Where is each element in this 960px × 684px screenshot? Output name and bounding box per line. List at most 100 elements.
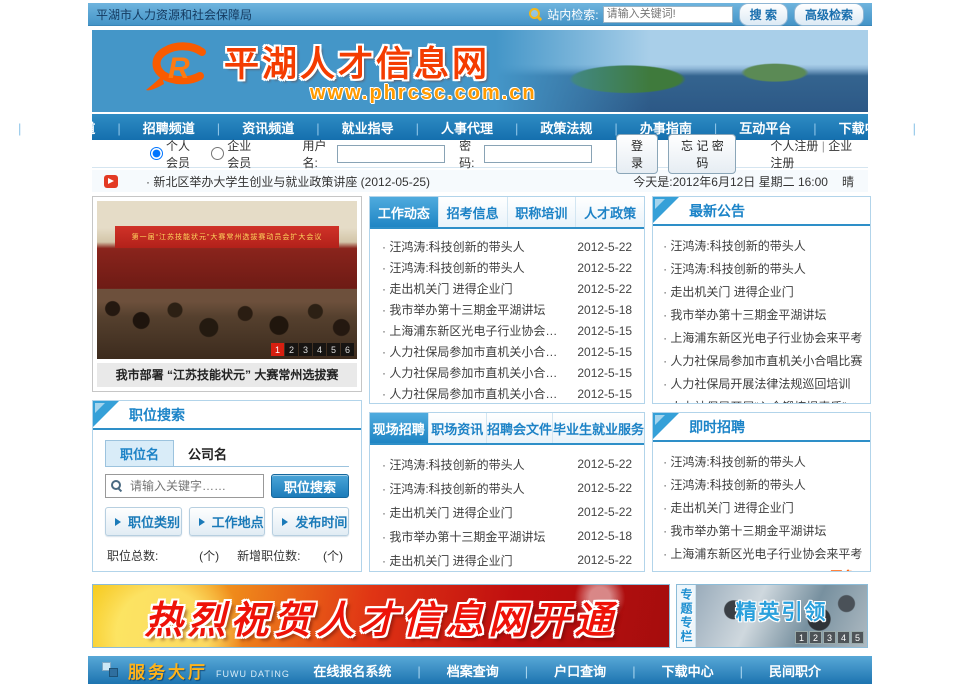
nav-item-download[interactable]: 下载中心: [802, 118, 901, 137]
instant-header: 即时招聘: [653, 413, 870, 442]
keyword-search-icon: [111, 480, 122, 491]
nav-item-home[interactable]: 首页: [0, 118, 7, 137]
instant-recruit-panel: 即时招聘 汪鸿涛:科技创新的带头人 汪鸿涛:科技创新的带头人 走出机关门 进得企…: [652, 412, 871, 572]
slideshow-image[interactable]: 第一届“江苏技能状元”大赛常州选拔赛动员会扩大会议 1 2 3 4 5 6: [97, 201, 357, 359]
notice-link[interactable]: 人力社保局开展法律法规巡回培训: [663, 375, 862, 392]
news-link[interactable]: 我市举办第十三期金平湖讲坛: [382, 301, 569, 318]
slide-page-4[interactable]: 4: [313, 343, 326, 356]
link-download-center[interactable]: 下载中心: [619, 661, 726, 680]
tab-exam-info[interactable]: 招考信息: [439, 197, 508, 227]
filter-job-category[interactable]: 职位类别: [105, 507, 182, 536]
list-item: 汪鸿涛:科技创新的带头人: [663, 473, 862, 496]
list-item: 走出机关门 进得企业门: [663, 280, 862, 303]
notice-link[interactable]: 人力社保局开展“入企锻炼提素质”: [663, 398, 862, 404]
news-link[interactable]: 人力社保局参加市直机关小合唱比赛: [382, 364, 569, 381]
nav-item-news[interactable]: 资讯频道: [206, 118, 305, 137]
nav-item-recruit[interactable]: 招聘频道: [106, 118, 205, 137]
news-date: 2012-5-15: [577, 324, 632, 338]
news-link[interactable]: 汪鸿涛:科技创新的带头人: [382, 238, 569, 255]
link-private-agency[interactable]: 民间职介: [727, 661, 834, 680]
nav-item-hr-agency[interactable]: 人事代理: [405, 118, 504, 137]
notice-link[interactable]: 我市举办第十三期金平湖讲坛: [663, 306, 862, 323]
list-item: 我市举办第十三期金平湖讲坛2012-5-18: [382, 524, 632, 548]
side-page-1[interactable]: 1: [795, 631, 808, 644]
tab-onsite-recruit[interactable]: 现场招聘: [370, 413, 429, 443]
stat-label: 新增简历数:: [237, 570, 323, 572]
nav-item-guidance[interactable]: 就业指导: [305, 118, 404, 137]
service-links: 在线报名系统 档案查询 户口查询 下载中心 民间职介: [300, 661, 858, 680]
company-member-radio[interactable]: 企业会员: [211, 137, 262, 171]
tab-company-name[interactable]: 公司名: [174, 441, 241, 466]
tab-title-training[interactable]: 职称培训: [508, 197, 577, 227]
tab-position-name[interactable]: 职位名: [105, 440, 174, 466]
site-search-button[interactable]: 搜 索: [739, 3, 788, 26]
recruit-link[interactable]: 走出机关门 进得企业门: [382, 552, 569, 569]
news-link[interactable]: 人力社保局参加市直机关小合唱比赛: [382, 343, 569, 360]
notice-title: 最新公告: [689, 201, 745, 221]
notice-link[interactable]: 上海浦东新区光电子行业协会来平考: [663, 329, 862, 346]
personal-member-radio[interactable]: 个人会员: [150, 137, 201, 171]
recruit-link[interactable]: 汪鸿涛:科技创新的带头人: [382, 456, 569, 473]
list-item: 汪鸿涛:科技创新的带头人2012-5-22: [382, 257, 632, 278]
slideshow-caption[interactable]: 我市部署 “江苏技能状元” 大赛常州选拔赛: [97, 363, 357, 387]
org-name: 平湖市人力资源和社会保障局: [96, 6, 529, 23]
instant-link[interactable]: 上海浦东新区光电子行业协会来平考: [663, 545, 862, 562]
side-page-4[interactable]: 4: [837, 631, 850, 644]
more-link[interactable]: [更多]: [826, 569, 858, 572]
stat-label: 新增职位数:: [237, 547, 323, 564]
instant-link[interactable]: 汪鸿涛:科技创新的带头人: [663, 453, 862, 470]
more-row: [更多]: [653, 565, 870, 572]
tab-workplace-news[interactable]: 职场资讯: [429, 413, 488, 443]
slide-page-6[interactable]: 6: [341, 343, 354, 356]
celebration-banner[interactable]: 热烈祝贺人才信息网开通: [92, 584, 670, 648]
nav-item-policy[interactable]: 政策法规: [504, 118, 603, 137]
notice-link[interactable]: 走出机关门 进得企业门: [663, 283, 862, 300]
triangle-right-icon: [115, 518, 121, 526]
notice-link[interactable]: 汪鸿涛:科技创新的带头人: [663, 237, 862, 254]
link-online-registration[interactable]: 在线报名系统: [300, 661, 404, 680]
ticker-news-link[interactable]: 新北区举办大学生创业与就业政策讲座 (2012-05-25): [146, 173, 430, 190]
news-link[interactable]: 上海浦东新区光电子行业协会来平考察: [382, 322, 569, 339]
recruit-tab-panel: 现场招聘 职场资讯 招聘会文件 毕业生就业服务 汪鸿涛:科技创新的带头人2012…: [369, 412, 645, 572]
link-household-query[interactable]: 户口查询: [512, 661, 619, 680]
tab-talent-policy[interactable]: 人才政策: [576, 197, 644, 227]
slide-page-2[interactable]: 2: [285, 343, 298, 356]
filter-work-location[interactable]: 工作地点: [189, 507, 266, 536]
username-input[interactable]: [337, 145, 445, 163]
instant-link[interactable]: 走出机关门 进得企业门: [663, 499, 862, 516]
keyword-input[interactable]: [105, 474, 264, 498]
login-button[interactable]: 登 录: [616, 134, 659, 174]
side-page-5[interactable]: 5: [851, 631, 864, 644]
slide-page-1[interactable]: 1: [271, 343, 284, 356]
news-link[interactable]: 走出机关门 进得企业门: [382, 280, 569, 297]
tab-jobfair-files[interactable]: 招聘会文件: [487, 413, 553, 443]
forgot-password-button[interactable]: 忘 记 密 码: [668, 134, 736, 174]
filter-publish-time[interactable]: 发布时间: [272, 507, 349, 536]
recruit-link[interactable]: 汪鸿涛:科技创新的带头人: [382, 480, 569, 497]
nav-item-jobseek[interactable]: 求职频道: [7, 118, 106, 137]
job-search-button[interactable]: 职位搜索: [271, 474, 349, 498]
slide-page-5[interactable]: 5: [327, 343, 340, 356]
special-column-banner[interactable]: 专题专栏 精英引领 1 2 3 4 5: [676, 584, 868, 648]
notice-link[interactable]: 人力社保局参加市直机关小合唱比赛: [663, 352, 862, 369]
special-column-pagination: 1 2 3 4 5: [795, 631, 864, 644]
password-input[interactable]: [484, 145, 592, 163]
notice-link[interactable]: 汪鸿涛:科技创新的带头人: [663, 260, 862, 277]
advanced-search-button[interactable]: 高级检索: [794, 3, 864, 26]
nav-item-sitemap[interactable]: 网站地图: [902, 118, 960, 137]
recruit-link[interactable]: 我市举办第十三期金平湖讲坛: [382, 528, 569, 545]
slide-page-3[interactable]: 3: [299, 343, 312, 356]
recruit-link[interactable]: 走出机关门 进得企业门: [382, 504, 569, 521]
news-link[interactable]: 人力社保局参加市直机关小合唱比赛: [382, 385, 569, 402]
news-link[interactable]: 汪鸿涛:科技创新的带头人: [382, 259, 569, 276]
instant-link[interactable]: 汪鸿涛:科技创新的带头人: [663, 476, 862, 493]
top-bar: 平湖市人力资源和社会保障局 站内检索: 搜 索 高级检索: [88, 3, 872, 26]
side-page-2[interactable]: 2: [809, 631, 822, 644]
personal-register-link[interactable]: 个人注册: [770, 139, 818, 153]
tab-work-dynamics[interactable]: 工作动态: [370, 197, 439, 227]
tab-graduate-services[interactable]: 毕业生就业服务: [553, 413, 644, 443]
side-page-3[interactable]: 3: [823, 631, 836, 644]
site-search-input[interactable]: [603, 6, 733, 23]
link-archive-query[interactable]: 档案查询: [404, 661, 511, 680]
instant-link[interactable]: 我市举办第十三期金平湖讲坛: [663, 522, 862, 539]
